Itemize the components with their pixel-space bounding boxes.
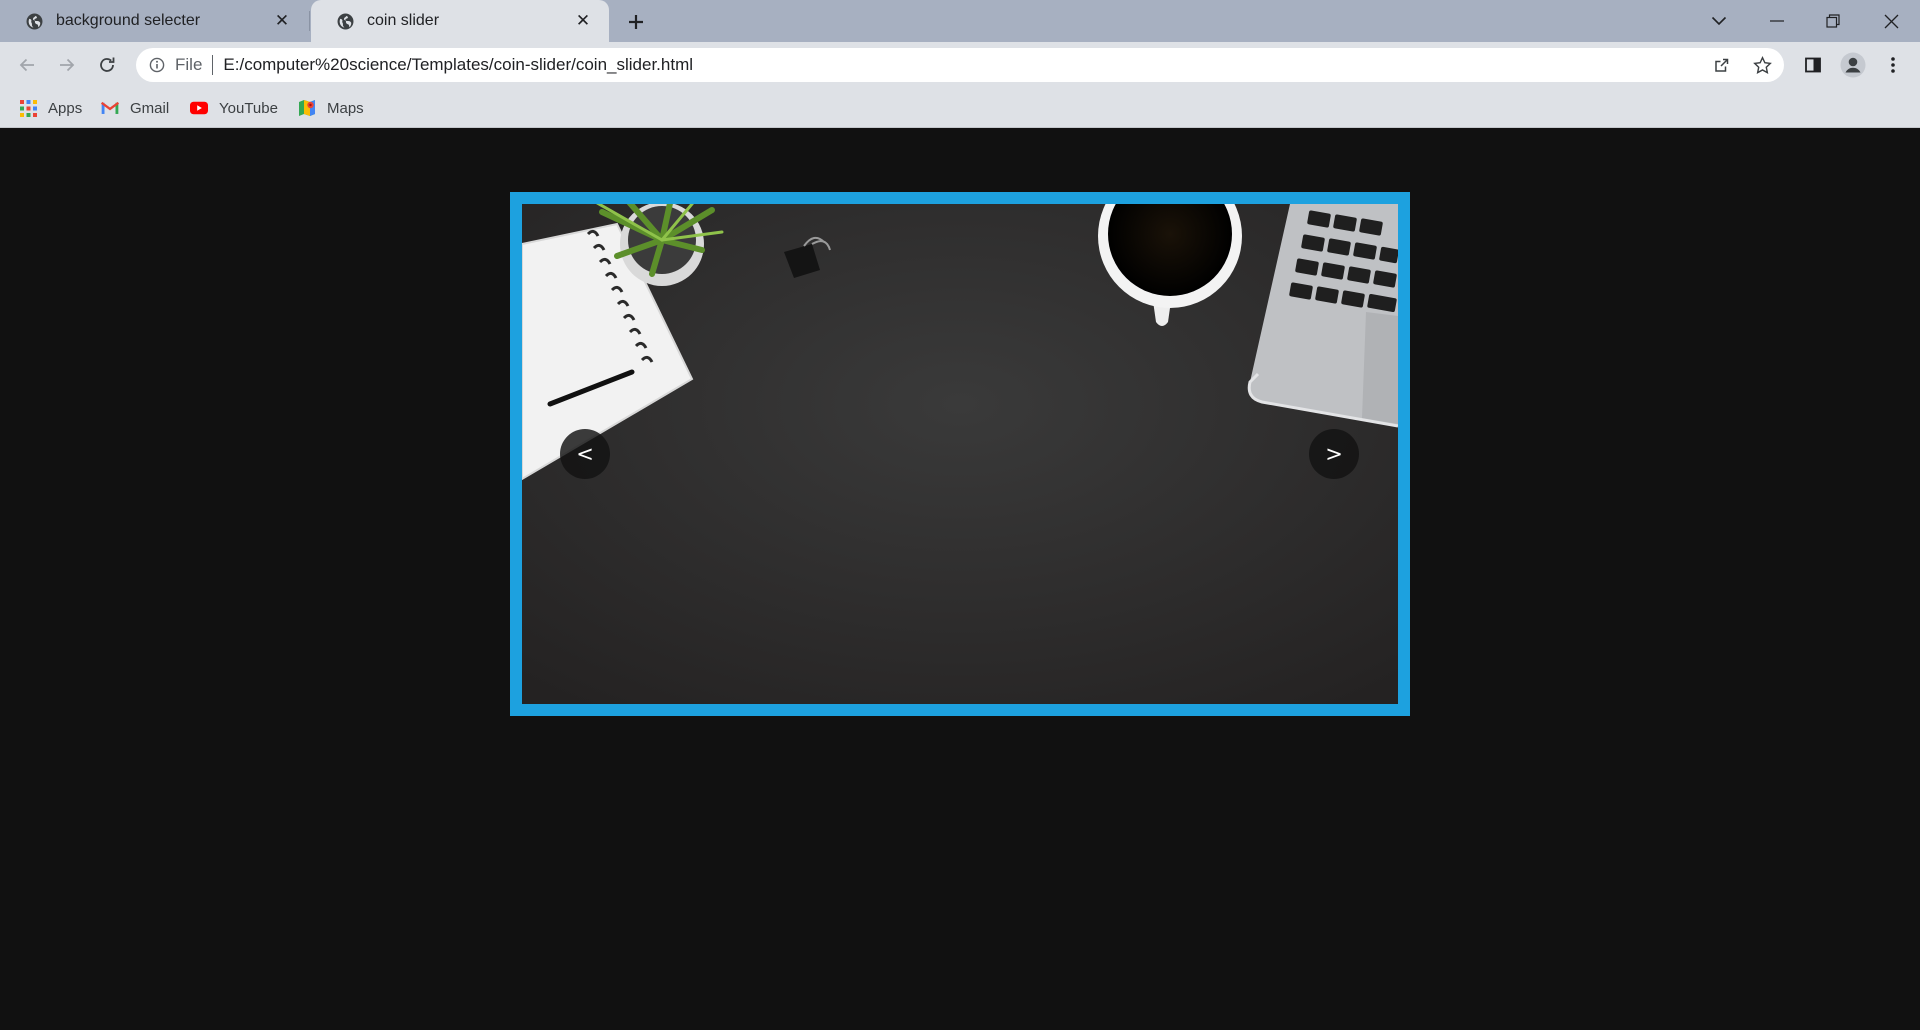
avatar-icon [1840, 52, 1866, 78]
coin-slider: < > [510, 192, 1410, 716]
page-viewport: < > [0, 129, 1920, 1030]
address-scheme-label: File [175, 55, 203, 74]
profile-button[interactable] [1838, 50, 1868, 80]
tab-background-selecter[interactable]: background selecter ✕ [0, 0, 308, 42]
bookmark-label: Apps [48, 99, 83, 117]
address-bar[interactable]: File E:/computer%20science/Templates/coi… [136, 48, 1784, 82]
chevron-down-icon [1711, 16, 1727, 26]
next-slide-button[interactable]: > [1309, 429, 1359, 479]
youtube-icon [190, 99, 208, 117]
slide-image [522, 204, 1398, 704]
restore-icon [1826, 14, 1840, 28]
bookmark-label: Maps [327, 99, 364, 117]
bookmark-gmail[interactable]: Gmail [101, 88, 169, 128]
reload-button[interactable] [92, 50, 122, 80]
forward-button[interactable] [52, 50, 82, 80]
bookmark-star-button[interactable] [1747, 50, 1777, 80]
plus-icon [629, 15, 643, 29]
share-icon [1715, 58, 1729, 72]
tab-separator [309, 11, 310, 31]
tab-title: coin slider [367, 12, 440, 29]
apps-grid-icon [19, 99, 37, 117]
minimize-button[interactable] [1752, 0, 1802, 42]
arrow-right-icon [60, 58, 75, 72]
minimize-icon [1770, 20, 1784, 22]
close-tab-icon[interactable]: ✕ [272, 11, 292, 31]
bookmark-apps[interactable]: Apps [19, 88, 82, 128]
side-panel-button[interactable] [1798, 50, 1828, 80]
globe-icon [337, 13, 354, 29]
star-icon [1752, 55, 1772, 74]
bookmark-label: YouTube [219, 99, 278, 117]
gmail-icon [101, 99, 119, 117]
tab-strip: background selecter ✕ coin slider ✕ [0, 0, 1920, 42]
bookmark-maps[interactable]: Maps [298, 88, 364, 128]
tab-search-button[interactable] [1694, 0, 1744, 42]
bookmark-youtube[interactable]: YouTube [190, 88, 278, 128]
address-url[interactable]: E:/computer%20science/Templates/coin-sli… [223, 55, 693, 75]
tab-title: background selecter [56, 12, 201, 29]
back-button[interactable] [12, 50, 42, 80]
info-icon[interactable] [149, 57, 165, 73]
arrow-left-icon [19, 58, 34, 72]
restore-button[interactable] [1808, 0, 1858, 42]
new-tab-button[interactable] [622, 8, 650, 36]
address-divider [212, 55, 214, 75]
reload-icon [100, 57, 115, 72]
browser-toolbar: File E:/computer%20science/Templates/coi… [0, 42, 1920, 88]
prev-slide-button[interactable]: < [560, 429, 610, 479]
menu-button[interactable] [1878, 50, 1908, 80]
close-window-button[interactable] [1866, 0, 1916, 42]
bookmark-label: Gmail [130, 99, 170, 117]
globe-icon [26, 13, 43, 29]
more-vertical-icon [1891, 57, 1895, 73]
bookmarks-bar: Apps Gmail YouTube Maps [0, 88, 1920, 128]
maps-icon [298, 99, 316, 117]
close-tab-icon[interactable]: ✕ [573, 11, 593, 31]
close-icon [1884, 14, 1898, 28]
tab-coin-slider[interactable]: coin slider ✕ [311, 0, 609, 42]
side-panel-icon [1805, 57, 1821, 73]
share-button[interactable] [1707, 50, 1737, 80]
